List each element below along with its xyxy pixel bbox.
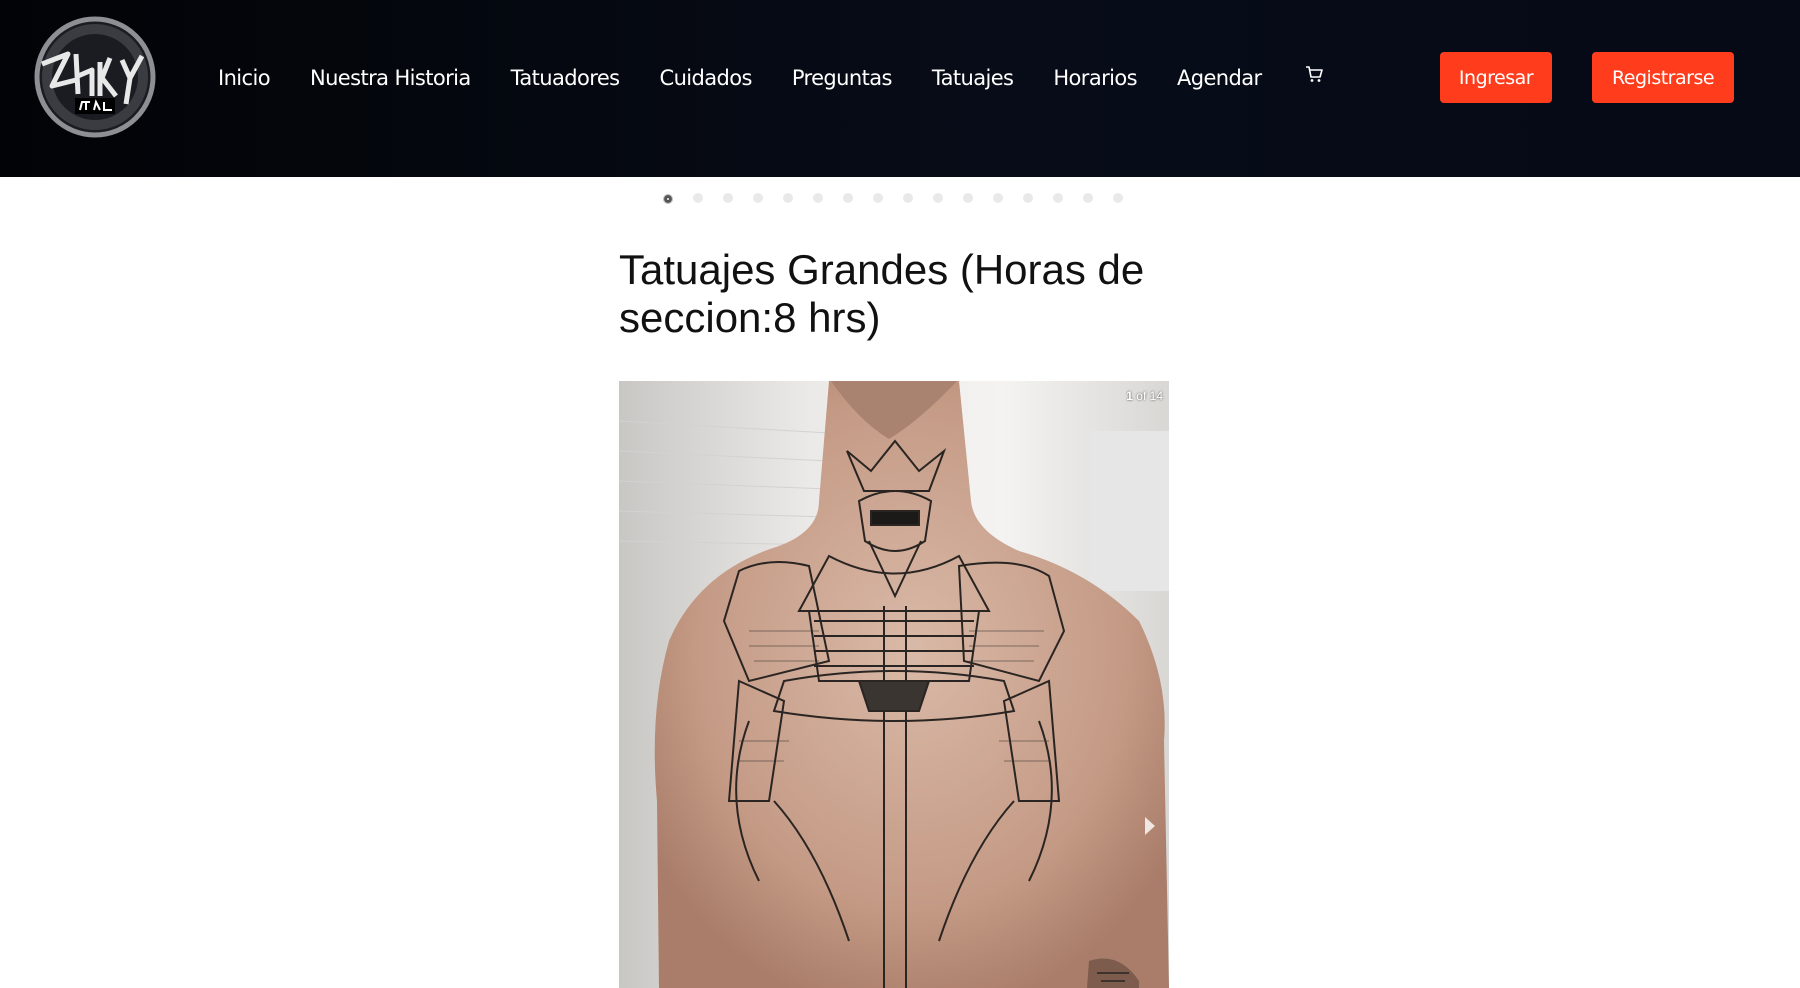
carousel-dot[interactable] (1083, 193, 1093, 203)
nav-links: Inicio Nuestra Historia Tatuadores Cuida… (218, 62, 1324, 94)
carousel-dot[interactable] (1023, 193, 1033, 203)
nav-link-horarios[interactable]: Horarios (1053, 66, 1137, 90)
carousel-dot[interactable] (663, 194, 673, 204)
image-counter: 1 of 14 (1126, 389, 1163, 403)
nav-link-nuestra-historia[interactable]: Nuestra Historia (310, 66, 471, 90)
tattoo-photo (619, 381, 1169, 988)
carousel-dot[interactable] (693, 193, 703, 203)
carousel-dots (663, 193, 1143, 204)
carousel-dot[interactable] (903, 193, 913, 203)
carousel-dot[interactable] (873, 193, 883, 203)
carousel-dot[interactable] (783, 193, 793, 203)
carousel-dot[interactable] (1053, 193, 1063, 203)
carousel-dot[interactable] (993, 193, 1003, 203)
section-title: Tatuajes Grandes (Horas de seccion:8 hrs… (619, 246, 1145, 341)
carousel-dot[interactable] (813, 193, 823, 203)
carousel-dot[interactable] (843, 193, 853, 203)
login-button[interactable]: Ingresar (1440, 52, 1552, 103)
cart-icon[interactable] (1304, 64, 1324, 84)
nav-link-cuidados[interactable]: Cuidados (660, 66, 753, 90)
nav-link-agendar[interactable]: Agendar (1177, 66, 1262, 90)
nav-link-inicio[interactable]: Inicio (218, 66, 271, 90)
nav-link-tatuajes[interactable]: Tatuajes (932, 66, 1014, 90)
counter-current: 1 (1126, 389, 1133, 403)
carousel-dot[interactable] (753, 193, 763, 203)
carousel-dot[interactable] (933, 193, 943, 203)
next-arrow-icon[interactable] (1141, 815, 1159, 837)
carousel-dot[interactable] (1113, 193, 1123, 203)
brand-logo[interactable] (30, 14, 160, 140)
register-button[interactable]: Registrarse (1592, 52, 1734, 103)
nav-link-tatuadores[interactable]: Tatuadores (511, 66, 620, 90)
tattoo-gallery[interactable]: 1 of 14 (619, 381, 1169, 988)
top-navbar: Inicio Nuestra Historia Tatuadores Cuida… (0, 0, 1800, 177)
nav-link-preguntas[interactable]: Preguntas (792, 66, 893, 90)
counter-total: of 14 (1136, 389, 1163, 403)
carousel-dot[interactable] (963, 193, 973, 203)
carousel-dot[interactable] (723, 193, 733, 203)
